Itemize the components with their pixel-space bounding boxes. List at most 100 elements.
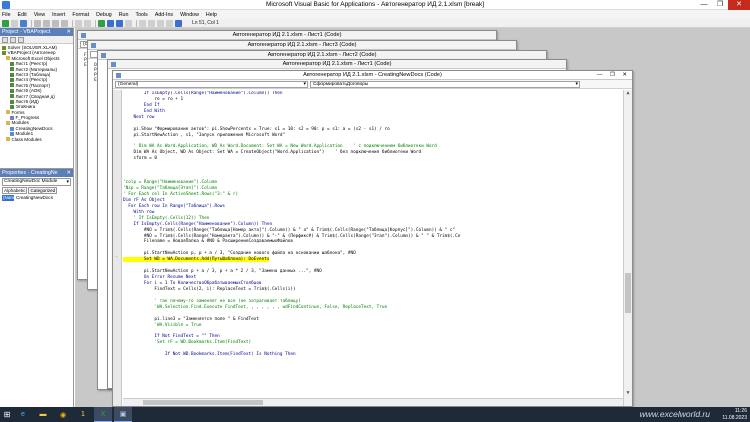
system-clock[interactable]: 11:26 11.08.2023 (722, 408, 747, 421)
object-browser-icon[interactable] (157, 19, 164, 27)
module-icon (101, 53, 106, 58)
tab-alphabetic[interactable]: Alphabetic (2, 187, 28, 194)
cut-icon[interactable] (34, 19, 41, 27)
object-selector[interactable]: CreatingNewDoc Module (2, 178, 71, 186)
property-value[interactable]: CreatingNewDocs (14, 195, 53, 201)
code-window-title: Автогенератор ИД 2.1.xlsm - Лист1 (Code) (232, 32, 342, 38)
scroll-down-icon[interactable]: ▼ (624, 390, 632, 398)
menu-bar: File Edit View Insert Format Debug Run T… (0, 10, 750, 19)
tree-item[interactable]: Class Modules (0, 137, 73, 142)
project-explorer-icon[interactable] (139, 19, 146, 27)
tree-node-icon (6, 121, 10, 126)
menu-window[interactable]: Window (180, 12, 199, 18)
tree-node-icon (10, 126, 14, 131)
excel-icon[interactable]: X (94, 407, 112, 422)
run-icon[interactable] (98, 19, 105, 27)
close-icon[interactable]: ✕ (67, 28, 71, 36)
chrome-icon[interactable]: ◉ (54, 407, 72, 422)
menu-file[interactable]: File (2, 12, 11, 18)
menu-help[interactable]: Help (206, 12, 217, 18)
insert-module-icon[interactable] (11, 19, 18, 27)
code-window-title: Автогенератор ИД 2.1.xlsm - CreatingNewD… (303, 72, 442, 78)
code-window-titlebar[interactable]: Автогенератор ИД 2.1.xlsm - Лист3 (Code) (88, 41, 516, 50)
menu-edit[interactable]: Edit (18, 12, 27, 18)
window-controls: — ❐ ✕ (696, 0, 750, 10)
ie-icon[interactable]: e (14, 407, 32, 422)
module-icon (81, 33, 86, 38)
clock-date: 11.08.2023 (722, 414, 747, 421)
toggle-folders-icon[interactable] (18, 37, 24, 43)
tree-node-icon (10, 115, 14, 120)
tree-node-icon (6, 110, 10, 115)
taskbar: ⊞ e ▬ ◉ 1 X ▣ www.excelworld.ru 11:26 11… (0, 407, 750, 422)
view-code-icon[interactable] (2, 37, 8, 43)
watermark: www.excelworld.ru (639, 409, 710, 419)
menu-addins[interactable]: Add-Ins (155, 12, 173, 18)
margin-indicator-bar[interactable]: ⇨ (113, 90, 122, 406)
minimize-button[interactable]: — (696, 0, 712, 10)
menu-run[interactable]: Run (119, 12, 129, 18)
code-line[interactable]: If Not WD.Bookmarks.Item(FindText) Is No… (123, 352, 623, 358)
module-icon (111, 62, 116, 67)
vertical-scrollbar[interactable]: ▲ ▼ (623, 90, 632, 406)
project-pane-title: Project - VBAProject ✕ (0, 28, 73, 36)
toolbar-separator (95, 19, 96, 27)
menu-debug[interactable]: Debug (96, 12, 112, 18)
code-window-creatingnewdocs[interactable]: Автогенератор ИД 2.1.xlsm - CreatingNewD… (112, 70, 633, 407)
project-pane-toolbar (0, 36, 73, 44)
tree-node-icon (10, 83, 14, 88)
toolbox-icon[interactable] (166, 19, 173, 27)
tab-categorized[interactable]: Categorized (28, 187, 58, 194)
code-window-titlebar[interactable]: Автогенератор ИД 2.1.xlsm - Лист1 (Code) (78, 31, 496, 40)
code-window-titlebar[interactable]: Автогенератор ИД 2.1.xlsm - CreatingNewD… (113, 71, 632, 80)
maximize-button[interactable]: ❐ (712, 0, 728, 10)
redo-icon[interactable] (84, 19, 91, 27)
tree-node-icon (10, 78, 14, 83)
menu-insert[interactable]: Insert (52, 12, 65, 18)
close-icon[interactable]: ✕ (67, 169, 71, 177)
excel-view-icon[interactable] (2, 19, 9, 27)
code-window-controls[interactable]: — ❐ ✕ (597, 71, 630, 80)
menu-view[interactable]: View (34, 12, 45, 18)
code-window-titlebar[interactable]: Автогенератор ИД 2.1.xlsm - Лист1 (Code) (108, 60, 566, 69)
property-key: (Name) (2, 195, 19, 201)
tree-node-icon (2, 51, 6, 56)
object-combo[interactable]: (General) (115, 81, 308, 88)
scroll-up-icon[interactable]: ▲ (624, 90, 632, 98)
paste-icon[interactable] (52, 19, 59, 27)
help-icon[interactable] (175, 19, 182, 27)
property-row-name[interactable]: (Name) CreatingNewDocs (2, 195, 71, 201)
explorer-icon[interactable]: ▬ (34, 407, 52, 422)
design-mode-icon[interactable] (125, 19, 132, 27)
procedure-combo[interactable]: СформироватьДоговоры (310, 81, 580, 88)
break-icon[interactable] (107, 19, 114, 27)
toolbar-separator (72, 19, 73, 27)
undo-icon[interactable] (75, 19, 82, 27)
onec-icon[interactable]: 1 (74, 407, 92, 422)
copy-icon[interactable] (43, 19, 50, 27)
menu-tools[interactable]: Tools (135, 12, 147, 18)
standard-toolbar: Ln 51, Col 1 (0, 19, 750, 28)
menu-format[interactable]: Format (72, 12, 89, 18)
find-icon[interactable] (61, 19, 68, 27)
scrollbar-thumb[interactable] (625, 273, 631, 314)
code-window-title: Автогенератор ИД 2.1.xlsm - Лист2 (Code) (267, 52, 377, 58)
tree-node-icon (10, 88, 14, 93)
properties-pane-title-text: Properties - CreatingNe (2, 170, 58, 176)
tree-node-icon (10, 67, 14, 72)
reset-icon[interactable] (116, 19, 123, 27)
code-editor[interactable]: ⇨ If IsEmpty(.Cells(Range("Наименование"… (113, 90, 632, 406)
vba-icon[interactable]: ▣ (114, 407, 132, 422)
tree-node-icon (10, 61, 14, 66)
horizontal-scrollbar[interactable] (123, 398, 623, 406)
properties-window: Properties - CreatingNe ✕ CreatingNewDoc… (0, 168, 74, 407)
view-object-icon[interactable] (10, 37, 16, 43)
module-icon (91, 43, 96, 48)
save-icon[interactable] (20, 19, 27, 27)
code-text[interactable]: If IsEmpty(.Cells(Range("Наименование").… (123, 91, 623, 398)
properties-window-icon[interactable] (148, 19, 155, 27)
start-icon[interactable]: ⊞ (0, 407, 14, 422)
tree-node-icon (6, 137, 10, 142)
scrollbar-thumb[interactable] (143, 400, 263, 405)
close-button[interactable]: ✕ (728, 0, 750, 10)
